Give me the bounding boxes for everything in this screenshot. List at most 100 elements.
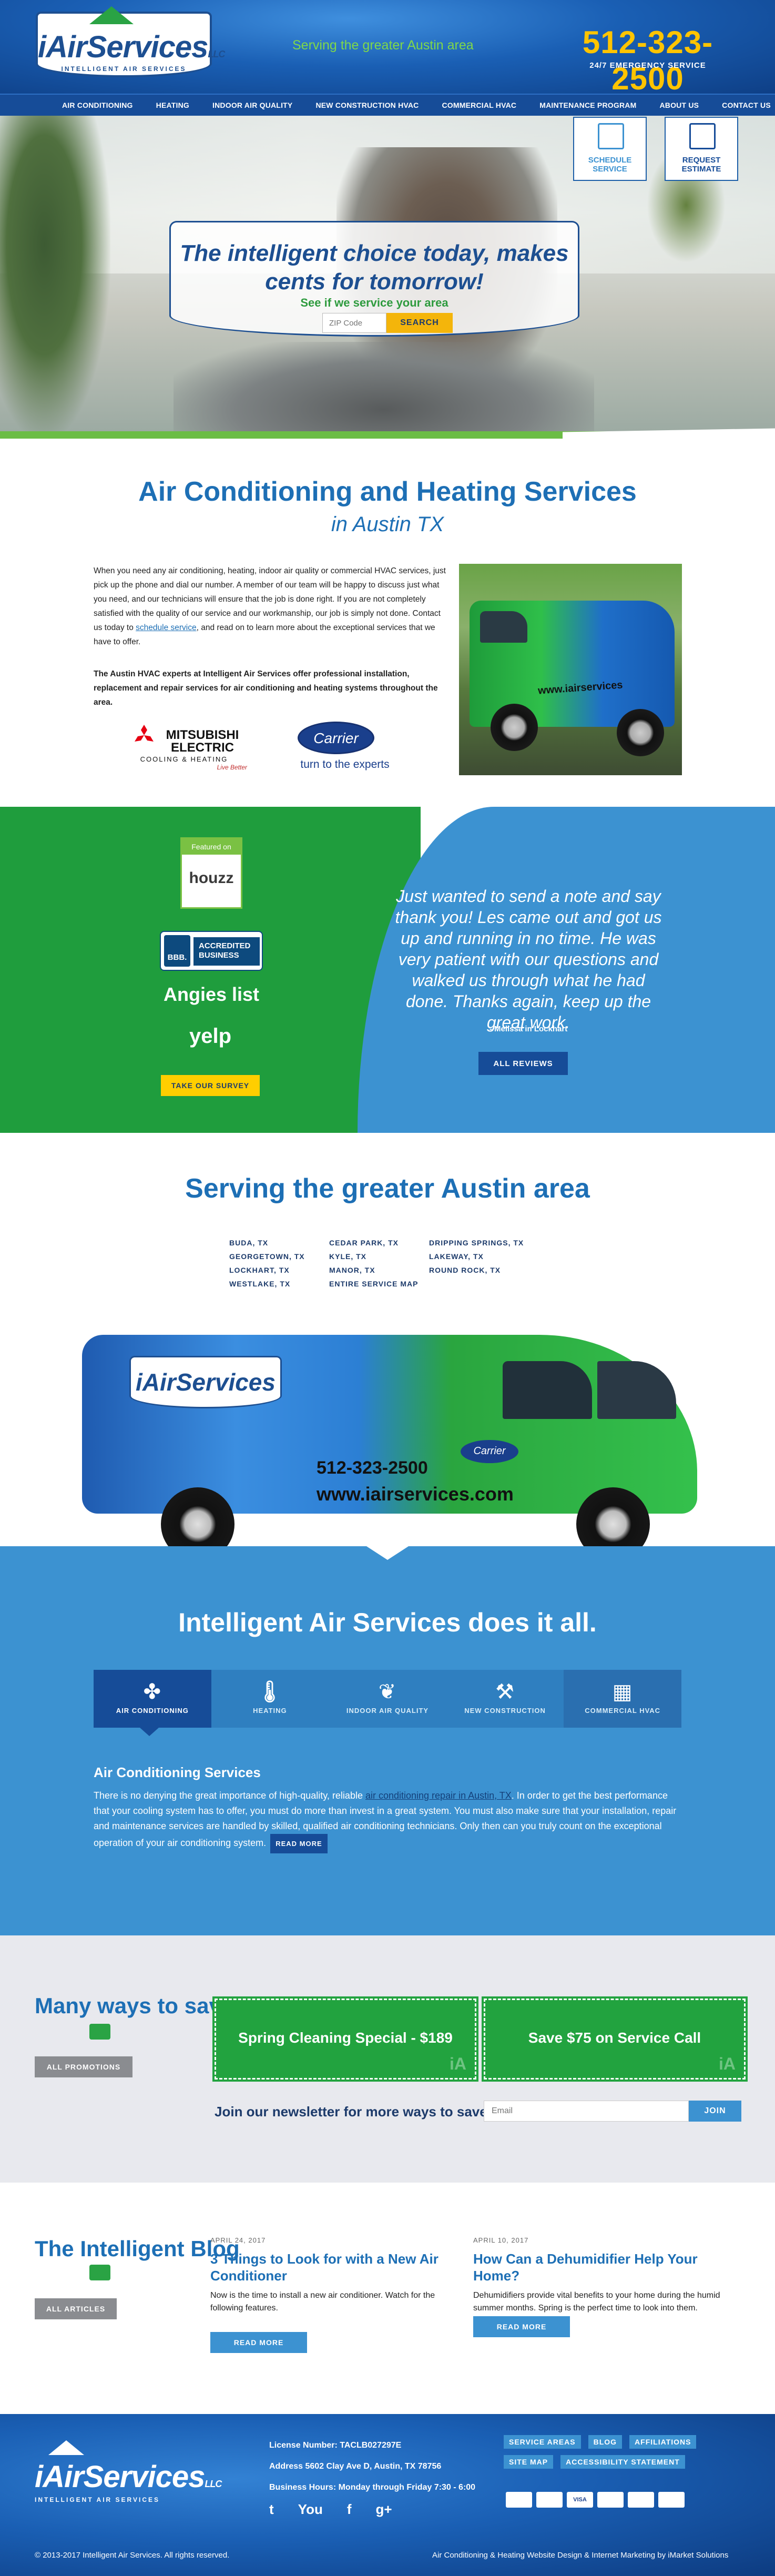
house-roof-icon bbox=[89, 6, 134, 24]
footer-link-site-map[interactable]: SITE MAP bbox=[504, 2455, 554, 2469]
logo-text: iAirServicesLLC bbox=[38, 30, 225, 64]
service-van-photo: www.iairservices bbox=[459, 564, 682, 775]
request-estimate-button[interactable]: REQUEST ESTIMATE bbox=[665, 117, 738, 181]
youtube-icon[interactable]: You bbox=[298, 2501, 323, 2518]
tab-commercial-hvac[interactable]: ▦ COMMERCIAL HVAC bbox=[564, 1670, 681, 1728]
post-date: APRIL 24, 2017 bbox=[210, 2236, 266, 2244]
carrier-logo[interactable]: Carrier turn to the experts bbox=[287, 722, 419, 774]
ac-repair-link[interactable]: air conditioning repair in Austin, TX bbox=[365, 1790, 512, 1801]
post-title-link[interactable]: How Can a Dehumidifier Help Your Home? bbox=[473, 2250, 720, 2284]
all-reviews-button[interactable]: ALL REVIEWS bbox=[478, 1052, 568, 1075]
main-nav: AIR CONDITIONING HEATING INDOOR AIR QUAL… bbox=[0, 94, 775, 116]
city-link[interactable]: LOCKHART, TX bbox=[229, 1266, 329, 1274]
post-read-more-button[interactable]: READ MORE bbox=[473, 2316, 570, 2337]
van-wheel bbox=[491, 704, 538, 751]
zip-search-button[interactable]: SEARCH bbox=[386, 313, 453, 333]
van-carrier-logo: Carrier bbox=[461, 1440, 518, 1463]
footer-links: SERVICE AREAS BLOG AFFILIATIONS SITE MAP… bbox=[504, 2435, 725, 2469]
license-number: License Number: TACLB027297E bbox=[269, 2441, 402, 2450]
header-tagline: Serving the greater Austin area bbox=[292, 38, 474, 53]
entire-service-map-link[interactable]: ENTIRE SERVICE MAP bbox=[329, 1280, 429, 1288]
nav-contact-us[interactable]: CONTACT US bbox=[710, 101, 775, 109]
nav-new-construction-hvac[interactable]: NEW CONSTRUCTION HVAC bbox=[304, 101, 430, 109]
service-tabs: ✤ AIR CONDITIONING 🌡 HEATING ❦ INDOOR AI… bbox=[94, 1670, 681, 1728]
city-link[interactable]: KYLE, TX bbox=[329, 1252, 429, 1261]
newsletter-join-button[interactable]: JOIN bbox=[689, 2101, 741, 2122]
footer-link-affiliations[interactable]: AFFILIATIONS bbox=[629, 2435, 697, 2449]
blog-post: APRIL 10, 2017 How Can a Dehumidifier He… bbox=[473, 2236, 720, 2315]
coupon-card[interactable]: Save $75 on Service Call iA bbox=[482, 1996, 748, 2082]
amex-card-icon bbox=[658, 2492, 685, 2508]
schedule-service-link[interactable]: schedule service bbox=[136, 623, 196, 632]
twitter-icon[interactable]: t bbox=[269, 2501, 274, 2518]
service-area-prompt: See if we service your area bbox=[300, 296, 448, 309]
schedule-service-button[interactable]: SCHEDULE SERVICE bbox=[573, 117, 647, 181]
angies-list-logo[interactable]: Angies list bbox=[158, 983, 265, 1006]
newsletter-email-input[interactable] bbox=[484, 2101, 689, 2122]
hero-plant bbox=[0, 116, 110, 439]
footer-link-blog[interactable]: BLOG bbox=[588, 2435, 623, 2449]
footer-logo[interactable]: iAirServicesLLC bbox=[35, 2459, 222, 2494]
post-excerpt: Now is the time to install a new air con… bbox=[210, 2291, 435, 2313]
city-link[interactable]: GEORGETOWN, TX bbox=[229, 1252, 329, 1261]
post-read-more-button[interactable]: READ MORE bbox=[210, 2332, 307, 2353]
services-title: Intelligent Air Services does it all. bbox=[178, 1608, 597, 1637]
google-plus-icon[interactable]: g+ bbox=[376, 2501, 392, 2518]
tab-new-construction[interactable]: ⚒ NEW CONSTRUCTION bbox=[446, 1670, 564, 1728]
tab-air-conditioning[interactable]: ✤ AIR CONDITIONING bbox=[94, 1670, 211, 1728]
city-link[interactable]: BUDA, TX bbox=[229, 1239, 329, 1247]
city-link[interactable]: DRIPPING SPRINGS, TX bbox=[429, 1239, 534, 1247]
yelp-logo[interactable]: yelp bbox=[179, 1025, 242, 1048]
design-credit-link[interactable]: Air Conditioning & Heating Website Desig… bbox=[432, 2551, 728, 2560]
nav-maintenance-program[interactable]: MAINTENANCE PROGRAM bbox=[528, 101, 648, 109]
site-header: iAirServicesLLC INTELLIGENT AIR SERVICES… bbox=[0, 0, 775, 97]
city-link[interactable]: CEDAR PARK, TX bbox=[329, 1239, 429, 1247]
business-hours: Business Hours: Monday through Friday 7:… bbox=[269, 2483, 476, 2492]
van-wheel bbox=[617, 709, 664, 756]
nav-commercial-hvac[interactable]: COMMERCIAL HVAC bbox=[431, 101, 528, 109]
intro-paragraph-2: The Austin HVAC experts at Intelligent A… bbox=[94, 670, 438, 707]
houzz-badge[interactable]: Featured on houzz bbox=[180, 837, 242, 909]
services-section bbox=[0, 1546, 775, 1935]
calendar-icon bbox=[598, 123, 624, 149]
tab-heating[interactable]: 🌡 HEATING bbox=[211, 1670, 329, 1728]
take-survey-button[interactable]: TAKE OUR SURVEY bbox=[161, 1075, 260, 1096]
post-excerpt: Dehumidifiers provide vital benefits to … bbox=[473, 2291, 720, 2313]
post-title-link[interactable]: 3 Things to Look for with a New Air Cond… bbox=[210, 2250, 457, 2284]
nav-about-us[interactable]: ABOUT US bbox=[648, 101, 710, 109]
testimonial-author: - Melissa in Lockhart bbox=[489, 1025, 568, 1033]
city-link[interactable]: LAKEWAY, TX bbox=[429, 1252, 534, 1261]
city-link[interactable]: WESTLAKE, TX bbox=[229, 1280, 329, 1288]
facebook-icon[interactable]: f bbox=[347, 2501, 352, 2518]
nav-air-conditioning[interactable]: AIR CONDITIONING bbox=[50, 101, 145, 109]
nav-indoor-air-quality[interactable]: INDOOR AIR QUALITY bbox=[201, 101, 304, 109]
emergency-label: 24/7 EMERGENCY SERVICE bbox=[589, 61, 706, 70]
footer-link-accessibility[interactable]: ACCESSIBILITY STATEMENT bbox=[560, 2455, 685, 2469]
van-window bbox=[480, 611, 527, 643]
hero-chair bbox=[174, 342, 594, 439]
service-read-more-button[interactable]: READ MORE bbox=[270, 1834, 328, 1853]
tab-indoor-air-quality[interactable]: ❦ INDOOR AIR QUALITY bbox=[329, 1670, 446, 1728]
hero-headline: The intelligent choice today, makes cent… bbox=[180, 240, 569, 295]
thermometer-icon: 🌡 bbox=[256, 1680, 284, 1703]
city-link[interactable]: ROUND ROCK, TX bbox=[429, 1266, 534, 1274]
header-phone[interactable]: 512-323-2500 bbox=[554, 24, 741, 97]
payment-card-icon bbox=[536, 2492, 563, 2508]
intro-subtitle: in Austin TX bbox=[331, 513, 444, 536]
bbb-badge[interactable]: BBB. ACCREDITED BUSINESS bbox=[160, 931, 263, 971]
all-promotions-button[interactable]: ALL PROMOTIONS bbox=[35, 2056, 132, 2077]
zip-code-input[interactable] bbox=[322, 313, 386, 333]
intro-paragraph: When you need any air conditioning, heat… bbox=[94, 566, 446, 646]
service-description: There is no denying the great importance… bbox=[94, 1788, 682, 1853]
site-logo[interactable]: iAirServicesLLC INTELLIGENT AIR SERVICES bbox=[36, 6, 225, 77]
payment-methods: VISA bbox=[506, 2492, 685, 2508]
nav-heating[interactable]: HEATING bbox=[145, 101, 201, 109]
all-articles-button[interactable]: ALL ARTICLES bbox=[35, 2298, 117, 2319]
city-link[interactable]: MANOR, TX bbox=[329, 1266, 429, 1274]
coupon-card[interactable]: Spring Cleaning Special - $189 iA bbox=[212, 1996, 478, 2082]
footer-link-service-areas[interactable]: SERVICE AREAS bbox=[504, 2435, 581, 2449]
newsletter-label: Join our newsletter for more ways to sav… bbox=[215, 2104, 492, 2119]
ia-watermark: iA bbox=[450, 2054, 466, 2073]
hero-callout: The intelligent choice today, makes cent… bbox=[169, 221, 579, 337]
mitsubishi-logo[interactable]: MITSUBISHI ELECTRIC COOLING & HEATING Li… bbox=[121, 722, 247, 771]
